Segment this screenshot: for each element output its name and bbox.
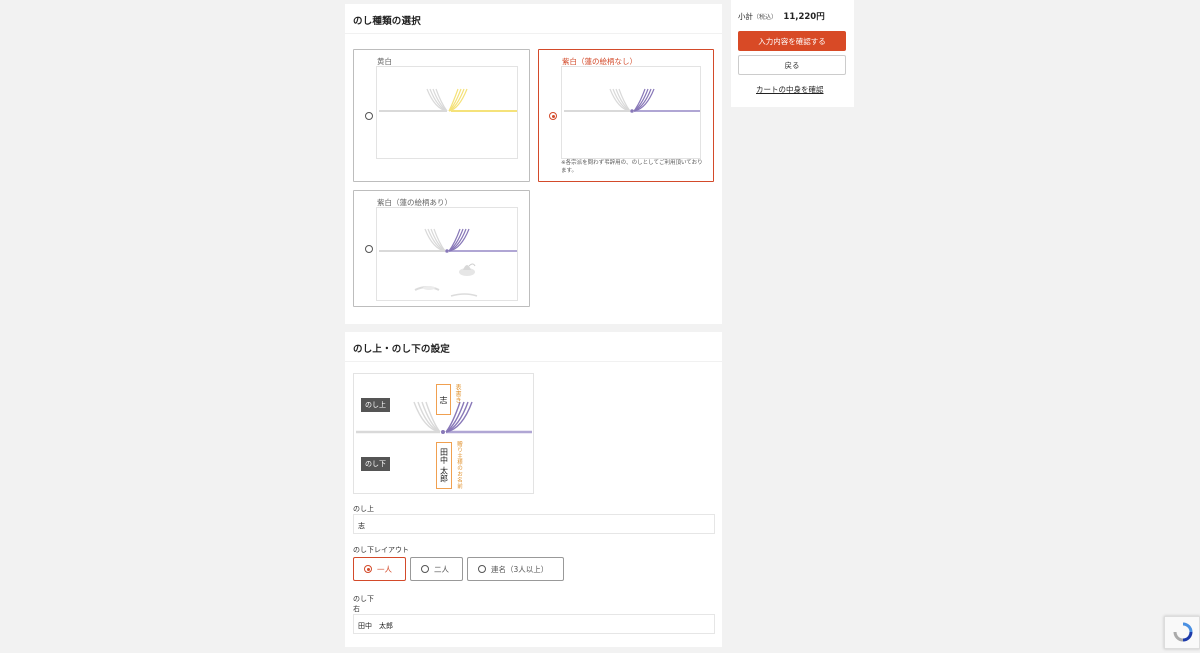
radio-button[interactable] [365, 112, 373, 120]
noshi-settings-panel: のし上・のし下の設定 のし上 のし下 志 表書き 田中 太郎 贈り主様のお名前 … [345, 332, 722, 647]
section-divider [345, 33, 722, 34]
noshi-preview: のし上 のし下 志 表書き 田中 太郎 贈り主様のお名前 [353, 373, 534, 494]
radio-button [364, 565, 372, 573]
noshi-upper-tag: のし上 [361, 398, 390, 412]
section-title-noshi-type: のし種類の選択 [353, 16, 421, 27]
noshi-option-note: ※各宗派を問わず弔辞用の、のしとしてご利用頂いております。 [561, 160, 703, 174]
noshi-upper-note: 表書き [454, 384, 461, 404]
subtotal-label: 小計 [738, 12, 753, 21]
noshi-thumbnail [561, 66, 701, 159]
noshi-upper-label: のし上 [353, 505, 374, 513]
layout-option-label: 連名（3人以上） [491, 564, 549, 574]
tax-label: （税込） [753, 14, 778, 21]
noshi-lower-note: 贈り主様のお名前 [456, 441, 462, 489]
cart-link[interactable]: カートの中身を確認 [756, 84, 824, 95]
noshi-lower-sub-label: 右 [353, 605, 360, 613]
radio-button [421, 565, 429, 573]
cord-illustration [564, 88, 700, 113]
recaptcha-icon [1173, 622, 1193, 642]
cord-illustration [379, 88, 517, 112]
noshi-lower-label: のし下 [353, 595, 374, 603]
section-title-settings: のし上・のし下の設定 [353, 344, 451, 355]
layout-option-label: 二人 [434, 564, 449, 574]
noshi-thumbnail [376, 66, 518, 159]
noshi-upper-preview: 志 [436, 384, 451, 415]
recaptcha-badge[interactable] [1164, 616, 1200, 649]
noshi-thumbnail [376, 207, 518, 301]
cord-illustration [379, 228, 517, 297]
section-divider [345, 361, 722, 362]
order-sidebar: 小計（税込） 11,220円 入力内容を確認する 戻る カートの中身を確認 [731, 0, 854, 107]
back-button[interactable]: 戻る [738, 55, 846, 75]
layout-option-joint[interactable]: 連名（3人以上） [467, 557, 564, 581]
layout-label: のし下レイアウト [353, 546, 409, 554]
radio-button[interactable] [549, 112, 557, 120]
layout-option-label: 一人 [377, 564, 392, 574]
noshi-lower-preview: 田中 太郎 [436, 442, 452, 489]
lotus-illustration [414, 263, 478, 297]
confirm-button[interactable]: 入力内容を確認する [738, 31, 846, 51]
subtotal-row: 小計（税込） 11,220円 [738, 10, 825, 22]
noshi-lower-input[interactable]: 田中 太郎 [353, 614, 715, 634]
noshi-lower-tag: のし下 [361, 457, 390, 471]
subtotal-value: 11,220円 [783, 12, 825, 22]
noshi-option-shihaku-lotus[interactable]: 紫白（蓮の絵柄あり） [353, 190, 530, 307]
noshi-upper-input[interactable]: 志 [353, 514, 715, 534]
noshi-option-kihaku[interactable]: 黄白 [353, 49, 530, 182]
layout-option-single[interactable]: 一人 [353, 557, 406, 581]
radio-button[interactable] [365, 245, 373, 253]
noshi-type-panel: のし種類の選択 黄白 紫白（蓮の絵柄なし） ※各宗派を問わず弔辞用の、のしとして… [345, 4, 722, 324]
noshi-option-shihaku-no-lotus[interactable]: 紫白（蓮の絵柄なし） ※各宗派を問わず弔辞用の、のしとしてご利用頂いております。 [538, 49, 714, 182]
radio-button [478, 565, 486, 573]
layout-option-two[interactable]: 二人 [410, 557, 463, 581]
